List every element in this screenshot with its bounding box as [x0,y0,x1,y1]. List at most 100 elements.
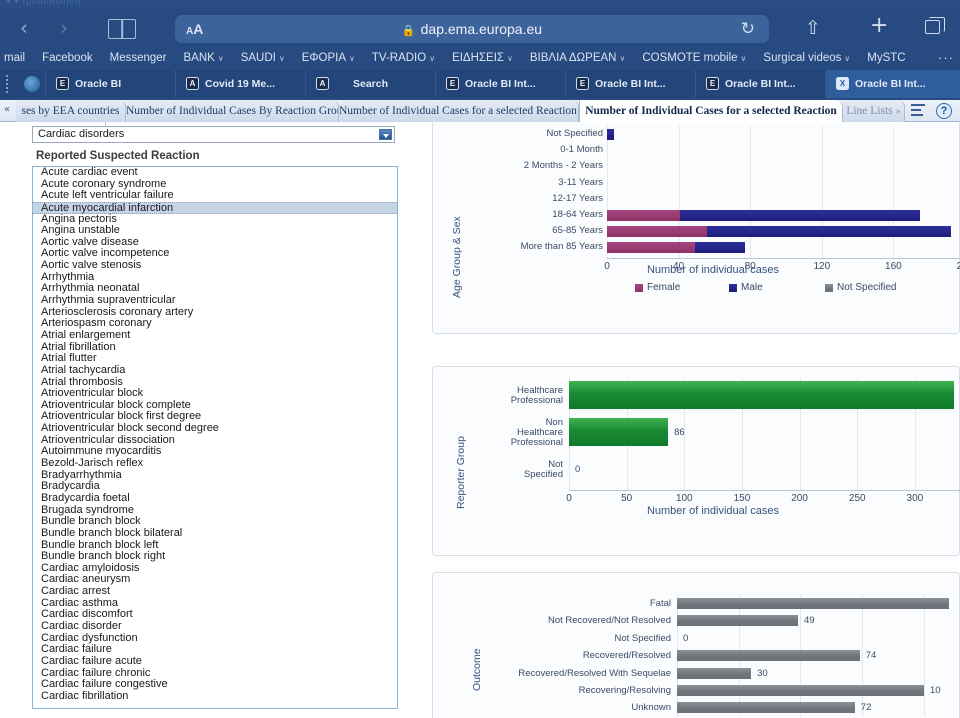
reaction-list-item[interactable]: Atrioventricular block second degree [33,423,397,435]
bookmark-surgical-videos[interactable]: Surgical videos∨ [763,46,850,70]
reaction-list-item[interactable]: Bezold-Jarisch reflex [33,458,397,470]
back-button[interactable]: ‹ [12,16,36,40]
url-text: dap.ema.europa.eu [421,21,542,37]
bi-tab-0[interactable]: ses by EEA countries [16,100,126,122]
bookmark-mystc[interactable]: MySTC [867,46,905,70]
forward-button[interactable]: › [52,16,76,40]
reaction-list-item[interactable]: Acute left ventricular failure [33,190,397,202]
bookmarks-more-button[interactable]: ··· [938,46,954,70]
bookmark-label: SAUDI [241,52,276,64]
bookmark--[interactable]: ΒΙΒΛΙΑ ΔΩΡΕΑΝ∨ [530,46,625,70]
chart3-bar-value: 30 [757,668,768,679]
browser-tab-0[interactable]: EOracle BI [45,70,175,98]
reaction-list-item[interactable]: Bradycardia foetal [33,493,397,505]
chart2-category-label: NotSpecified [463,460,563,480]
bookmark-label: ΒΙΒΛΙΑ ΔΩΡΕΑΝ [530,52,617,64]
bookmark-mail[interactable]: mail [4,46,25,70]
chart2-category-line: Healthcare [463,386,563,396]
chart2-x-tick: 150 [722,493,762,504]
browser-tab-6[interactable]: X Oracle BI Int... [825,70,960,98]
reaction-listbox[interactable]: Acute cardiac eventAcute coronary syndro… [32,166,398,709]
bookmark-bank[interactable]: BANK∨ [184,46,224,70]
reaction-list-item[interactable]: Acute myocardial infarction [33,202,397,214]
chart1-bar-female [607,210,680,221]
page-content: « ? ses by EEA countriesNumber of Indivi… [0,100,960,718]
tab-more-arrows-icon: » [896,106,901,117]
tab-label: Covid 19 Me... [205,70,275,98]
chart2-x-tick: 50 [607,493,647,504]
reaction-list-item[interactable]: Arrhythmia supraventricular [33,295,397,307]
bookmark-cosmote-mobile[interactable]: COSMOTE mobile∨ [642,46,746,70]
chart1-bar-female [607,242,695,253]
reaction-list-item[interactable]: Acute cardiac event [33,167,397,179]
reaction-list-item[interactable]: Bundle branch block bilateral [33,528,397,540]
chart2-category-line: Not [463,460,563,470]
chart1-category-label: 18-64 Years [469,210,603,220]
chevron-down-icon: ∨ [507,54,513,63]
chart2-category-line: Non [463,418,563,428]
chevron-down-icon: ∨ [349,54,355,63]
soc-select[interactable]: Cardiac disorders [32,126,395,143]
bookmark-messenger[interactable]: Messenger [110,46,167,70]
browser-tab-5[interactable]: EOracle BI Int... [695,70,825,98]
chart2-category-label: NonHealthcareProfessional [463,418,563,448]
chart1-legend-label: Female [647,282,680,293]
bookmark-label: mail [4,52,25,64]
tab-favicon: X [836,77,849,90]
bi-tab-1[interactable]: Number of Individual Cases By Reaction G… [126,100,339,122]
bookmark-label: BANK [184,52,215,64]
chart1-x-axis-line [607,258,960,259]
reaction-list-item[interactable]: Cardiac failure acute [33,656,397,668]
tab-favicon: A [186,77,199,90]
sidebar-toggle-icon[interactable] [108,19,136,39]
bookmark--[interactable]: ΕΙΔΗΣΕΙΣ∨ [452,46,513,70]
reaction-list-item[interactable]: Cardiac disorder [33,621,397,633]
address-bar[interactable]: AA 🔒dap.ema.europa.eu ↻ [175,15,769,43]
help-icon[interactable]: ? [936,103,952,119]
new-tab-icon[interactable]: + [870,16,888,36]
bookmark-label: TV-RADIO [372,52,426,64]
share-icon[interactable]: ⇧ [805,18,821,38]
tab-label: Oracle BI Int... [465,70,536,98]
reaction-list-item[interactable]: Atrial enlargement [33,330,397,342]
browser-tab-4[interactable]: EOracle BI Int... [565,70,695,98]
bookmark-tv-radio[interactable]: TV-RADIO∨ [372,46,435,70]
bookmark-facebook[interactable]: Facebook [42,46,93,70]
reload-icon[interactable]: ↻ [741,19,755,39]
chevron-down-icon: ∨ [279,54,285,63]
url-display: 🔒 dap.ema.europa.eu [175,20,769,40]
browser-tab-3[interactable]: E Oracle BI Int... [435,70,565,98]
chevron-down-icon: ∨ [429,54,435,63]
chart3-gridline [862,595,863,717]
tab-favicon: E [446,77,459,90]
browser-tab-1[interactable]: A Covid 19 Me... [175,70,305,98]
safari-compass-icon[interactable] [24,76,40,92]
bookmark-saudi[interactable]: SAUDI∨ [241,46,285,70]
chevron-down-icon: ∨ [844,54,850,63]
chart2-x-tick: 200 [780,493,820,504]
charts-column: Age Group & Sex Not Specified0-1 Month2 … [424,122,960,718]
bi-tab-3[interactable]: Number of Individual Cases for a selecte… [579,100,843,122]
chart2-bar-value: 0 [575,464,580,475]
lock-icon: 🔒 [402,25,416,37]
browser-tab-2[interactable]: ASearch [305,70,435,98]
tab-label: Oracle BI Int... [855,70,926,98]
chevron-down-icon[interactable] [379,129,392,140]
chart1-gridline [893,126,894,258]
chart1-category-label: 3-11 Years [469,178,603,188]
chart3-category-label: Unknown [477,703,671,713]
bi-tab-4[interactable]: Line Lists» [843,100,905,122]
bi-tab-2[interactable]: Number of Individual Cases for a selecte… [339,100,579,122]
tabs-overview-icon[interactable] [925,20,940,34]
filters-panel: Cardiac disorders Reported Suspected Rea… [0,122,424,718]
chart3-category-label: Recovered/Resolved [477,651,671,661]
reaction-list-item[interactable]: Atrial tachycardia [33,365,397,377]
reaction-list-item[interactable]: Cardiac arrest [33,586,397,598]
tabbar-scroll-left-icon[interactable]: « [4,104,10,115]
list-settings-icon[interactable] [911,104,926,118]
chart3-bar-value: 0 [683,633,688,644]
tab-drag-handle[interactable] [6,75,8,93]
bookmark--[interactable]: ΕΦΟΡΙΑ∨ [302,46,355,70]
chart1-legend-label: Not Specified [837,282,896,293]
reaction-list-item[interactable]: Cardiac fibrillation [33,691,397,703]
